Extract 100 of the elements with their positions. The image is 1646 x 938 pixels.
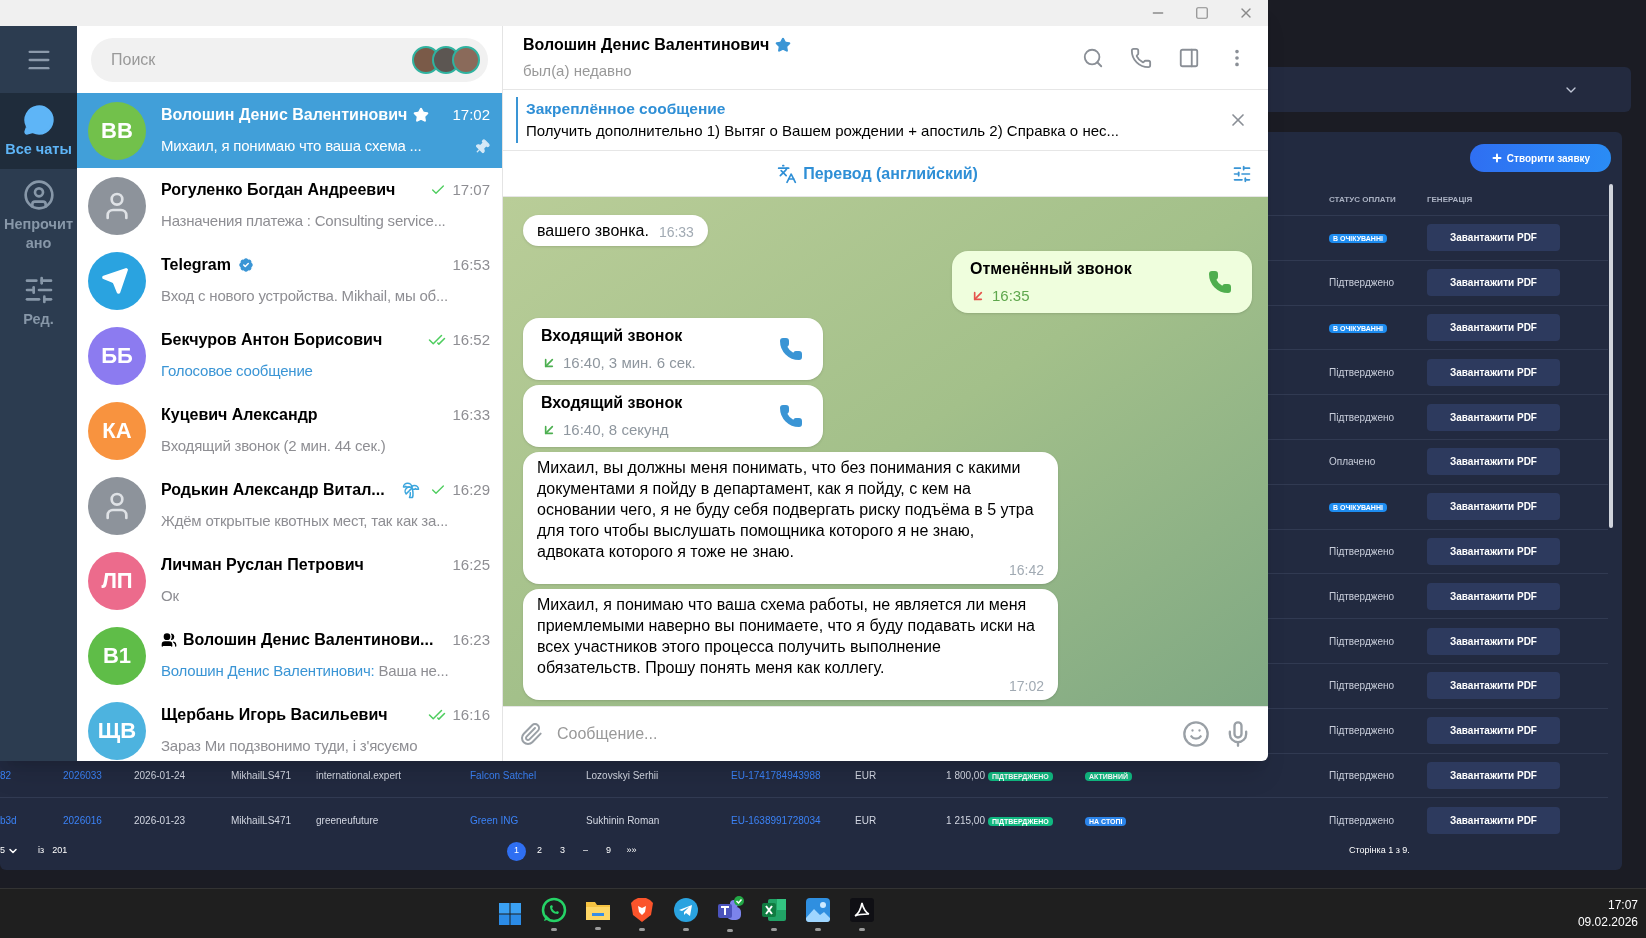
pinned-text: Получить дополнительно 1) Вытяг о Вашем рождении + апостиль 2) Справка о нес... [526,121,1120,142]
side-panel-icon[interactable] [1178,46,1200,69]
phone-icon[interactable] [779,337,803,361]
search-field[interactable]: Поиск [91,37,488,82]
pinned-message-bar[interactable]: Закреплённое сообщение Получить дополнительно 1) Вытяг о Вашем рождении + апостиль 2) Справка о нес... [503,90,1268,151]
document-icon[interactable] [849,896,875,923]
page-button[interactable]: – [576,841,595,861]
table-link[interactable]: EU-1638991728034 [731,814,821,826]
chat-time: 16:52 [452,330,490,350]
clock-time: 17:07 [1607,896,1638,914]
message-preview: Михаил, я понимаю что ваша схема ... [161,136,423,157]
phone-icon[interactable] [779,404,803,428]
download-pdf-button[interactable]: Завантажити PDF [1427,358,1560,386]
table-link[interactable]: EU-1741784943988 [731,769,821,781]
download-pdf-button[interactable]: Завантажити PDF [1427,537,1560,565]
folder-tab[interactable]: Все чаты [0,93,77,169]
folder-tab[interactable]: Непрочитано [0,169,77,263]
chat-name: Личман Руслан Петрович [161,555,364,576]
four-squares-icon[interactable] [498,901,522,926]
message-time: 17:02 [1008,678,1044,695]
avatar: ЩВ [88,701,146,760]
download-pdf-button[interactable]: Завантажити PDF [1427,269,1560,297]
page-button[interactable]: 3 [553,841,572,861]
page-button[interactable]: 2 [530,841,549,861]
avatar: ЛП [88,551,146,610]
folder-tab[interactable]: Ред. [0,263,77,339]
table-link[interactable]: Green ING [470,814,519,826]
table-link[interactable]: 2026033 [63,769,102,781]
message-preview: Зараз Ми подзвонимо туди, і з'ясуємо [161,736,419,757]
chat-time: 16:16 [452,705,490,725]
table-cell: MikhailLS471 [231,814,292,826]
message-text: Михаил, вы должны меня понимать, что без понимания с какими документами я пойду в департамент, как я пойду, с кем на основании чего, я не буду себя подвергать риску подъёма в 5 утра для того чтобы выслушать помощника которого я не знаю, адвоката которого я тоже не знаю. [537,458,1035,562]
total-count: 201 [52,844,68,858]
message-preview: Вход с нового устройства. Mikhail, мы об... [161,286,449,307]
chat-name: Бекчуров Антон Борисович [161,330,383,351]
phone-icon[interactable] [1130,46,1152,69]
table-cell: MikhailLS471 [231,769,292,781]
table-link[interactable]: Falcon Satchel [470,769,537,781]
chat-name: Telegram [161,255,231,276]
download-pdf-button[interactable]: Завантажити PDF [1427,493,1560,521]
message-text: Михаил, я понимаю что ваша схема работы, не является ли меня приемлемыми наверно вы понимаете, что я буду подавать иски на всех участников этого процесса получить выполнение обязательств. Прошу понять меня как коллегу. [537,595,1036,678]
download-pdf-button[interactable]: Завантажити PDF [1427,717,1560,745]
paper-plane-icon[interactable] [673,896,699,923]
group-icon [161,632,177,649]
avatar: ВВ [88,101,146,160]
search-icon[interactable] [1082,46,1104,69]
phone-icon[interactable] [1208,270,1232,294]
chat-name: Рогуленко Богдан Андреевич [161,180,396,201]
download-pdf-button[interactable]: Завантажити PDF [1427,806,1560,834]
avatar: ББ [88,326,146,385]
table-link[interactable]: b3d [0,814,17,826]
attach-icon[interactable] [519,722,543,746]
message-time: 16:33 [658,224,694,241]
status-text: Підтверджено [1329,725,1395,737]
download-pdf-button[interactable]: Завантажити PDF [1427,761,1560,789]
chat-name: Щербань Игорь Васильевич [161,705,388,726]
download-pdf-button[interactable]: Завантажити PDF [1427,582,1560,610]
create-request-button[interactable]: Створити заявку [1470,144,1611,172]
page-button[interactable]: 9 [599,841,618,861]
page-button[interactable]: 1 [507,841,526,861]
phone-bubble-icon[interactable] [541,896,567,923]
download-pdf-button[interactable]: Завантажити PDF [1427,448,1560,476]
table-link[interactable]: 82 [0,769,12,781]
palm-tree-icon [402,481,421,500]
status-text: Підтверджено [1329,366,1395,378]
download-pdf-button[interactable]: Завантажити PDF [1427,403,1560,431]
clock-date: 09.02.2026 [1577,913,1638,931]
paper-plane-avatar [88,251,146,310]
page-size-select[interactable]: 5 [0,844,26,858]
chat-status: был(а) недавно [523,60,633,81]
status-text: Підтверджено [1329,635,1395,647]
emoji-icon[interactable] [1182,720,1210,748]
message-time: 16:42 [1008,562,1044,579]
message-preview: Входящий звонок (2 мин. 44 сек.) [161,436,387,457]
settings-icon[interactable] [1232,163,1252,184]
search-input[interactable]: Поиск [111,47,412,72]
avatar-placeholder [88,176,146,235]
chat-time: 17:07 [452,180,490,200]
page-button[interactable]: »» [622,841,641,861]
download-pdf-button[interactable]: Завантажити PDF [1427,672,1560,700]
table-cell: Sukhinin Roman [586,814,660,826]
chat-time: 16:29 [452,480,490,500]
message-preview: Волошин Денис Валентинович: Ваша не... [161,661,450,682]
table-link[interactable]: 2026016 [63,814,102,826]
pagination-label: із [38,844,45,858]
maximize-icon[interactable] [1195,6,1209,20]
landscape-icon[interactable] [805,896,831,923]
download-pdf-button[interactable]: Завантажити PDF [1427,314,1560,341]
message-input[interactable]: Сообщение... [557,722,1168,746]
shield-icon[interactable] [630,896,654,923]
table-cell: greeneufuture [316,814,379,826]
download-pdf-button[interactable]: Завантажити PDF [1427,224,1560,252]
status-text: Оплачено [1329,456,1376,468]
download-pdf-button[interactable]: Завантажити PDF [1427,627,1560,655]
call-title: Входящий звонок [541,392,684,413]
chat-name: Родькин Александр Витал... [161,480,385,501]
chat-time: 16:25 [452,555,490,575]
chat-bubbles-icon [22,103,55,136]
spreadsheet-icon[interactable] [761,896,787,923]
column-header: СТАТУС ОПЛАТИ [1329,193,1397,206]
